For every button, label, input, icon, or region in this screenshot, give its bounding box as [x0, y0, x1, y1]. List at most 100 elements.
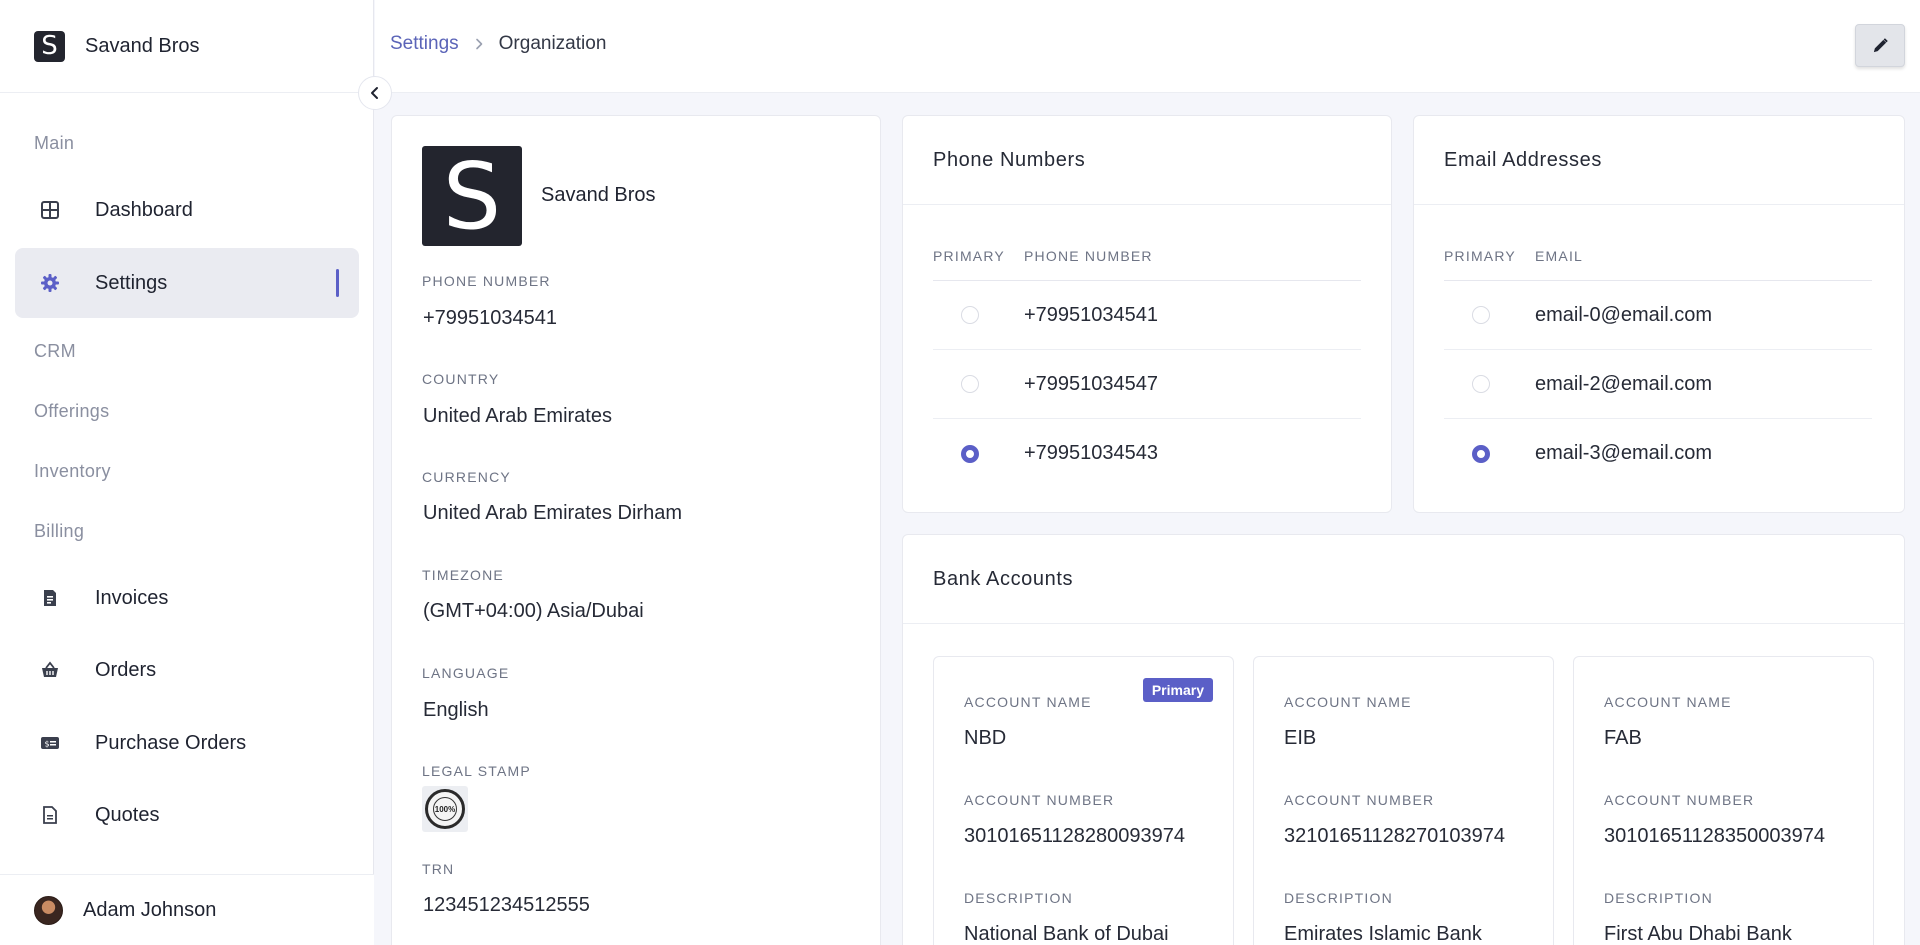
legal-stamp-label: LEGAL STAMP: [422, 763, 531, 779]
sidebar-item-dashboard[interactable]: Dashboard: [15, 175, 359, 245]
chevron-left-icon: [371, 87, 378, 99]
email-address: email-2@email.com: [1535, 372, 1713, 395]
organization-profile-card: S Savand Bros PHONE NUMBER +79951034541 …: [391, 115, 881, 945]
sidebar-item-label: Invoices: [95, 586, 169, 609]
bank-account-tile[interactable]: ACCOUNT NAME EIB ACCOUNT NUMBER 32101651…: [1253, 656, 1554, 945]
sidebar-item-quotes[interactable]: Quotes: [15, 780, 359, 850]
email-table: PRIMARY EMAIL email-0@email.com email-2@…: [1444, 248, 1872, 488]
stamp-seal: 100%: [425, 789, 465, 829]
brand-name: Savand Bros: [85, 34, 200, 57]
table-row: +79951034541: [933, 281, 1361, 350]
language-label: LANGUAGE: [422, 665, 510, 681]
table-row: email-0@email.com: [1444, 281, 1872, 350]
column-primary: PRIMARY: [1444, 248, 1516, 264]
document-icon: [39, 804, 61, 826]
email-addresses-card: Email Addresses PRIMARY EMAIL email-0@em…: [1413, 115, 1905, 513]
primary-radio[interactable]: [1472, 375, 1490, 393]
timezone-label: TIMEZONE: [422, 567, 504, 583]
account-name-label: ACCOUNT NAME: [1284, 694, 1412, 710]
breadcrumb: Settings Organization: [390, 33, 606, 55]
phone-label: PHONE NUMBER: [422, 273, 551, 289]
table-row: +79951034547: [933, 350, 1361, 419]
user-menu[interactable]: Adam Johnson: [0, 874, 374, 945]
account-description: National Bank of Dubai: [964, 923, 1169, 945]
trn-label: TRN: [422, 861, 455, 877]
column-primary: PRIMARY: [933, 248, 1005, 264]
brand[interactable]: S Savand Bros: [0, 0, 373, 93]
sidebar-item-settings[interactable]: Settings: [15, 248, 359, 318]
phone-number: +79951034541: [1024, 303, 1159, 326]
chevron-right-icon: [473, 38, 485, 50]
table-header: PRIMARY EMAIL: [1444, 248, 1872, 281]
sidebar-item-invoices[interactable]: Invoices: [15, 563, 359, 633]
bank-accounts-card: Bank Accounts Primary ACCOUNT NAME NBD A…: [902, 534, 1905, 945]
account-number: 32101651128270103974: [1284, 825, 1505, 847]
card-title: Bank Accounts: [903, 535, 1904, 624]
bank-account-tile[interactable]: ACCOUNT NAME FAB ACCOUNT NUMBER 30101651…: [1573, 656, 1874, 945]
nav-section-main: Main: [34, 133, 75, 153]
breadcrumb-current: Organization: [498, 33, 607, 54]
timezone-value: (GMT+04:00) Asia/Dubai: [423, 600, 644, 622]
email-address: email-3@email.com: [1535, 442, 1713, 464]
account-name-label: ACCOUNT NAME: [964, 694, 1092, 710]
primary-radio-selected[interactable]: [1472, 444, 1490, 463]
account-description: Emirates Islamic Bank: [1284, 923, 1482, 945]
column-email: EMAIL: [1535, 248, 1584, 264]
description-label: DESCRIPTION: [964, 890, 1073, 906]
active-indicator: [336, 269, 339, 297]
sidebar-item-purchase-orders[interactable]: $ Purchase Orders: [15, 708, 359, 778]
account-number-label: ACCOUNT NUMBER: [1284, 792, 1435, 808]
nav-section-inventory[interactable]: Inventory: [34, 461, 111, 482]
nav-section-offerings[interactable]: Offerings: [34, 401, 109, 422]
table-row: email-2@email.com: [1444, 350, 1872, 419]
card-title: Email Addresses: [1414, 116, 1904, 205]
account-number-label: ACCOUNT NUMBER: [1604, 792, 1755, 808]
primary-badge: Primary: [1142, 678, 1213, 702]
trn-value: 123451234512555: [423, 894, 590, 916]
primary-radio[interactable]: [961, 306, 979, 324]
table-header: PRIMARY PHONE NUMBER: [933, 248, 1361, 281]
country-value: United Arab Emirates: [423, 405, 612, 427]
nav-section-billing[interactable]: Billing: [34, 521, 84, 542]
description-label: DESCRIPTION: [1284, 890, 1393, 906]
svg-text:$: $: [45, 740, 50, 749]
sidebar-item-orders[interactable]: Orders: [15, 635, 359, 705]
sidebar-item-label: Settings: [95, 271, 168, 294]
account-name-label: ACCOUNT NAME: [1604, 694, 1732, 710]
nav-section-crm[interactable]: CRM: [34, 341, 76, 362]
account-name: NBD: [964, 727, 1007, 749]
column-phone-number: PHONE NUMBER: [1024, 248, 1153, 264]
legal-stamp-image: 100%: [422, 786, 468, 832]
language-value: English: [423, 699, 489, 721]
user-name: Adam Johnson: [83, 898, 217, 921]
primary-radio[interactable]: [1472, 306, 1490, 324]
edit-button[interactable]: [1855, 24, 1905, 67]
basket-icon: [39, 659, 61, 681]
phone-number: +79951034543: [1024, 442, 1159, 464]
avatar: [34, 895, 63, 925]
invoice-icon: [39, 587, 61, 609]
phone-value: +79951034541: [423, 307, 558, 329]
bank-account-tile[interactable]: Primary ACCOUNT NAME NBD ACCOUNT NUMBER …: [933, 656, 1234, 945]
country-label: COUNTRY: [422, 371, 500, 387]
money-bill-icon: $: [39, 732, 61, 754]
gear-icon: [39, 272, 61, 294]
primary-radio[interactable]: [961, 375, 979, 393]
breadcrumb-settings-link[interactable]: Settings: [390, 33, 459, 55]
topbar: Settings Organization: [375, 0, 1920, 93]
pencil-icon: [1873, 38, 1888, 53]
sidebar-item-label: Quotes: [95, 803, 160, 826]
stamp-text: 100%: [433, 797, 457, 821]
account-name: EIB: [1284, 727, 1317, 749]
sidebar: S Savand Bros Main Dashboard Settings CR…: [0, 0, 374, 945]
organization-logo: S: [422, 143, 522, 250]
email-address: email-0@email.com: [1535, 303, 1713, 326]
currency-value: United Arab Emirates Dirham: [423, 502, 682, 524]
organization-name: Savand Bros: [541, 184, 656, 206]
collapse-sidebar-button[interactable]: [358, 76, 392, 110]
primary-radio-selected[interactable]: [961, 444, 979, 463]
account-number: 30101651128350003974: [1604, 825, 1825, 847]
account-number-label: ACCOUNT NUMBER: [964, 792, 1115, 808]
account-description: First Abu Dhabi Bank: [1604, 923, 1792, 945]
table-row: email-3@email.com: [1444, 419, 1872, 488]
